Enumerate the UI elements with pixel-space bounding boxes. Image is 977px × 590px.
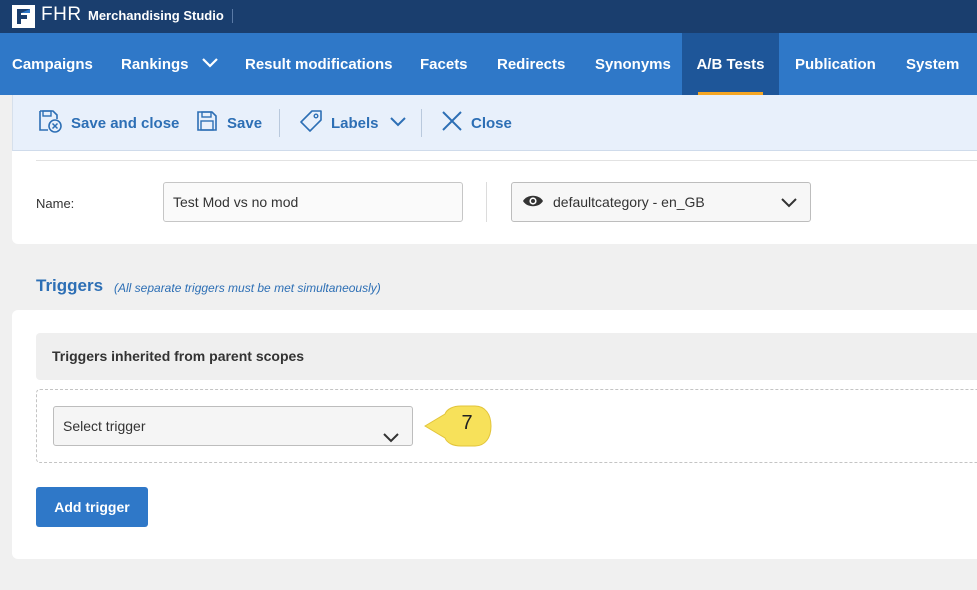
- nav-item-ab-tests[interactable]: A/B Tests: [682, 33, 779, 95]
- scope-value: defaultcategory - en_GB: [553, 194, 705, 210]
- callout-number: 7: [461, 412, 473, 434]
- nav-label: Facets: [420, 55, 468, 73]
- toolbar: Save and close Save Labels Close: [12, 95, 977, 151]
- save-label: Save: [227, 114, 263, 132]
- chevron-down-icon: [201, 56, 219, 73]
- chevron-down-icon: [780, 196, 798, 212]
- nav-item-facets[interactable]: Facets: [420, 33, 468, 95]
- fhr-logo-icon: [12, 5, 35, 28]
- nav-item-synonyms[interactable]: Synonyms: [595, 33, 671, 95]
- nav-label: Campaigns: [12, 55, 93, 73]
- close-button[interactable]: Close: [441, 95, 512, 151]
- chevron-down-icon: [382, 420, 400, 458]
- triggers-heading: Triggers: [36, 276, 104, 295]
- inherited-triggers-label: Triggers inherited from parent scopes: [52, 348, 305, 364]
- labels-dropdown-button[interactable]: Labels: [299, 95, 415, 151]
- nav-label: Synonyms: [595, 55, 671, 73]
- labels-label: Labels: [331, 114, 379, 132]
- nav-label: Result modifications: [245, 55, 393, 73]
- save-close-icon: [37, 108, 71, 138]
- trigger-drop-zone: Select trigger 7: [36, 389, 977, 463]
- select-trigger-placeholder: Select trigger: [63, 418, 146, 434]
- divider: [36, 160, 977, 161]
- nav-label: A/B Tests: [696, 55, 765, 73]
- nav-label: Publication: [795, 55, 876, 73]
- toolbar-separator: [421, 109, 422, 137]
- product-name: Merchandising Studio: [88, 8, 224, 23]
- top-bar: FHR Merchandising Studio: [0, 0, 977, 33]
- nav-label: Rankings: [121, 55, 189, 73]
- logo-text: FHR: [41, 4, 82, 25]
- add-trigger-button[interactable]: Add trigger: [36, 487, 148, 527]
- nav-label: Redirects: [497, 55, 566, 73]
- nav-item-rankings[interactable]: Rankings: [121, 33, 219, 95]
- name-input[interactable]: Test Mod vs no mod: [163, 182, 463, 222]
- close-label: Close: [471, 114, 512, 132]
- topbar-divider: [232, 9, 233, 23]
- nav-item-result-modifications[interactable]: Result modifications: [245, 33, 393, 95]
- nav-item-system[interactable]: System: [906, 33, 959, 95]
- nav-item-campaigns[interactable]: Campaigns: [12, 33, 93, 95]
- nav-label: System: [906, 55, 960, 73]
- select-trigger-dropdown[interactable]: Select trigger: [53, 406, 413, 446]
- triggers-note: (All separate triggers must be met simul…: [114, 281, 381, 295]
- close-icon: [441, 110, 471, 136]
- inherited-triggers-panel[interactable]: Triggers inherited from parent scopes: [36, 333, 977, 380]
- save-icon: [195, 109, 227, 137]
- name-label: Name:: [36, 196, 75, 211]
- name-card: Name: Test Mod vs no mod defaultcategory…: [12, 151, 977, 244]
- triggers-card: Triggers inherited from parent scopes Se…: [12, 310, 977, 559]
- tag-icon: [299, 109, 331, 137]
- nav-item-publication[interactable]: Publication: [795, 33, 876, 95]
- scope-select[interactable]: defaultcategory - en_GB: [511, 182, 811, 222]
- nav-item-redirects[interactable]: Redirects: [497, 33, 565, 95]
- eye-icon: [522, 194, 544, 211]
- save-button[interactable]: Save: [195, 95, 262, 151]
- chevron-down-icon: [389, 115, 415, 132]
- toolbar-separator: [279, 109, 280, 137]
- divider: [486, 182, 487, 222]
- save-and-close-label: Save and close: [71, 114, 180, 132]
- save-and-close-button[interactable]: Save and close: [37, 95, 179, 151]
- main-nav: Campaigns Rankings Result modifications …: [0, 33, 977, 95]
